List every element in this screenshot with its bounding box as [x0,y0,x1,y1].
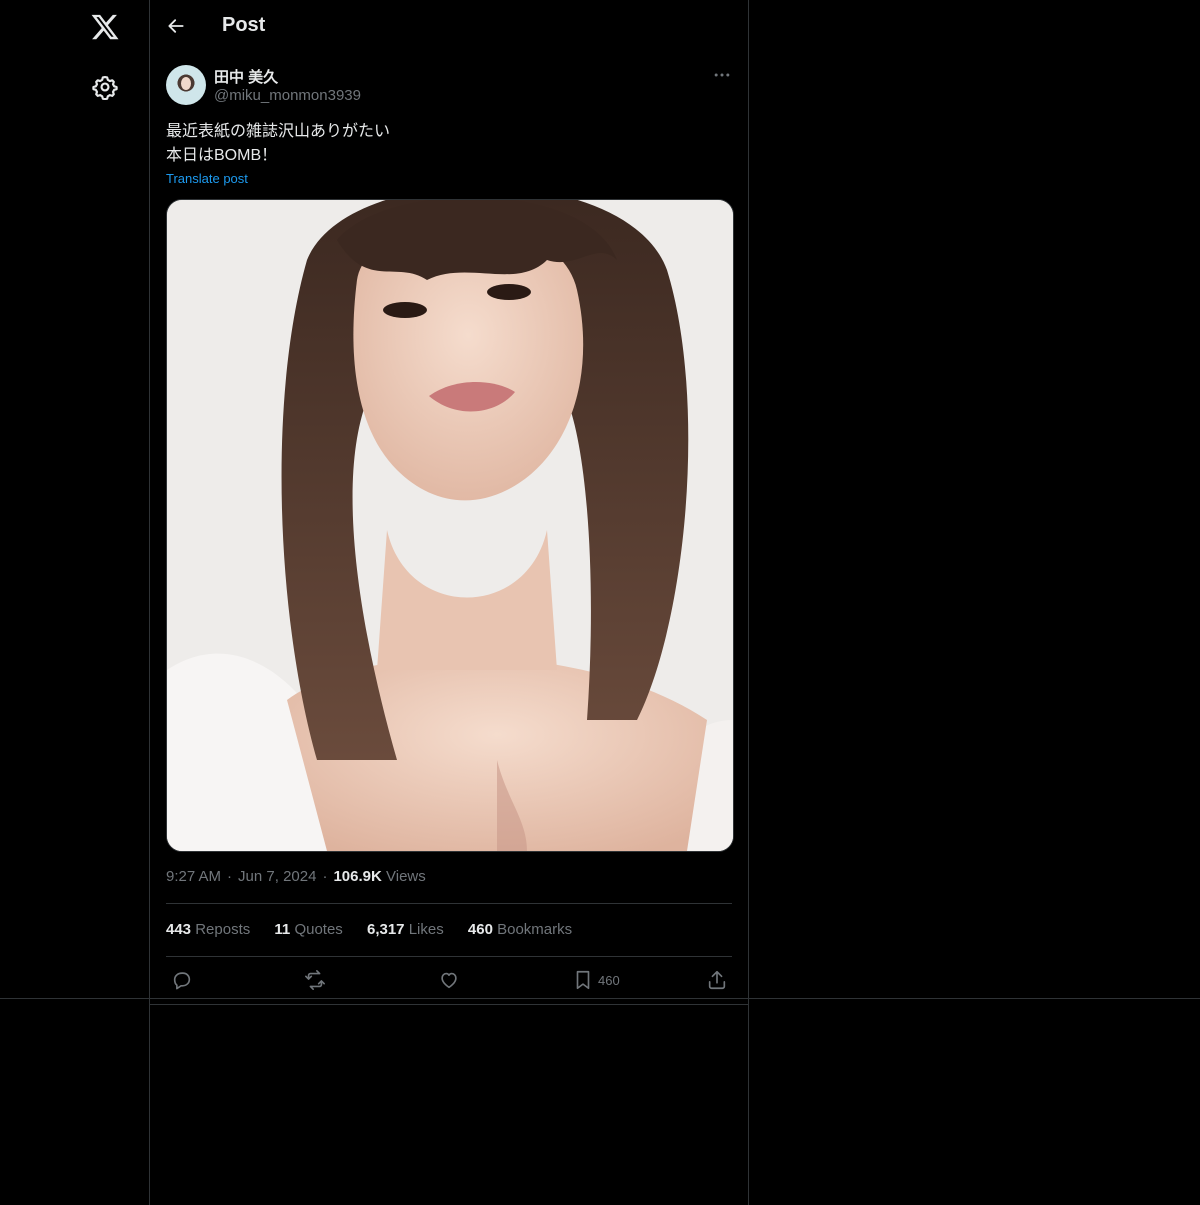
reply-button[interactable] [171,969,193,991]
arrow-left-icon[interactable] [166,16,186,36]
left-rail [0,0,149,1205]
x-logo-icon[interactable] [90,12,120,42]
post-text: 最近表紙の雑誌沢山ありがたい 本日はBOMB！ [166,123,391,164]
post-column: Post 田中 美久 @miku_monmon3939 最近表紙の雑誌沢山ありが… [150,0,748,1000]
post-image[interactable] [166,199,734,852]
more-horizontal-icon[interactable] [712,65,732,85]
bookmark-icon [576,970,590,990]
views-count: 106.9K [333,868,382,885]
bookmark-button[interactable]: 460 [572,969,620,991]
like-button[interactable] [438,969,460,991]
repost-icon [305,970,325,990]
post-author: 田中 美久 @miku_monmon3939 [166,65,732,107]
page-title: Post [222,14,266,36]
post-date[interactable]: Jun 7, 2024 [238,868,316,885]
post-time[interactable]: 9:27 AM [166,868,221,885]
author-name[interactable]: 田中 美久 [214,66,278,87]
page-header: Post [150,0,748,54]
column-border-right [748,0,749,1205]
heart-icon [441,972,457,989]
likes-stat[interactable]: 6,317 Likes [367,921,444,938]
gear-icon[interactable] [92,74,118,100]
avatar[interactable] [166,65,206,105]
author-handle[interactable]: @miku_monmon3939 [214,87,361,104]
app: Post 田中 美久 @miku_monmon3939 最近表紙の雑誌沢山ありが… [0,0,1200,1205]
photo-illustration [167,200,733,851]
reply-icon [173,972,191,990]
divider [166,956,732,957]
reposts-stat[interactable]: 443 Reposts [166,921,250,938]
repost-button[interactable] [304,969,326,991]
divider [166,903,732,904]
views-label: Views [386,868,426,885]
translate-link[interactable]: Translate post [166,171,248,186]
quotes-stat[interactable]: 11 Quotes [274,921,342,938]
share-icon [708,970,726,990]
post-stats: 443 Reposts 11 Quotes 6,317 Likes 460 Bo… [166,921,592,938]
action-bar: 460 [166,966,732,996]
bookmarks-stat[interactable]: 460 Bookmarks [468,921,572,938]
share-button[interactable] [706,969,728,991]
post-meta: 9:27 AM · Jun 7, 2024 · 106.9K Views [166,868,426,885]
post-bottom-border [150,1004,748,1005]
bookmark-count: 460 [598,972,620,988]
